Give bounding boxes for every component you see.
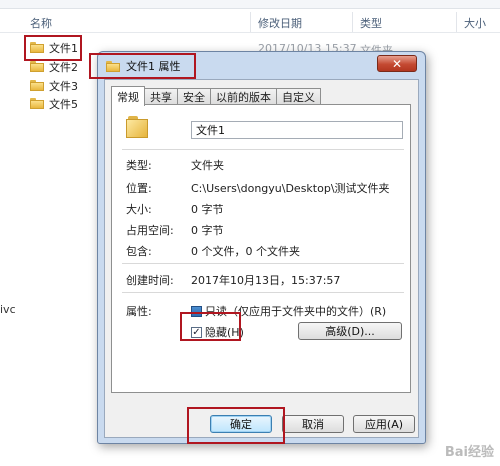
file-row[interactable]: 文件5: [30, 95, 78, 112]
divider: [122, 149, 404, 150]
tab-strip: 常规 共享 安全 以前的版本 自定义: [111, 86, 321, 106]
advanced-button[interactable]: 高级(D)...: [298, 322, 402, 340]
disk-size-value: 0 字节: [191, 224, 224, 237]
readonly-label[interactable]: 只读（仅应用于文件夹中的文件）(R): [205, 303, 386, 319]
hidden-label[interactable]: 隐藏(H): [205, 324, 244, 340]
tab-previous-versions[interactable]: 以前的版本: [210, 88, 277, 105]
dialog-titlebar[interactable]: 文件1 属性: [106, 57, 181, 75]
size-label: 大小:: [126, 203, 152, 216]
created-value: 2017年10月13日，15:37:57: [191, 274, 341, 287]
navigation-pane: ivc: [0, 33, 20, 466]
column-size[interactable]: 大小: [464, 15, 486, 31]
column-divider[interactable]: [352, 12, 353, 32]
tab-customize[interactable]: 自定义: [276, 88, 321, 105]
contains-value: 0 个文件，0 个文件夹: [191, 245, 300, 258]
file-row[interactable]: 文件3: [30, 77, 78, 94]
location-value: C:\Users\dongyu\Desktop\测试文件夹: [191, 182, 390, 195]
cancel-button[interactable]: 取消: [282, 415, 344, 433]
column-divider[interactable]: [250, 12, 251, 32]
column-date[interactable]: 修改日期: [258, 15, 302, 31]
folder-icon: [126, 116, 150, 138]
file-row[interactable]: 文件2: [30, 58, 78, 75]
tab-security[interactable]: 安全: [177, 88, 211, 105]
type-label: 类型:: [126, 159, 152, 172]
folder-name-input[interactable]: [191, 121, 403, 139]
folder-icon: [30, 42, 44, 53]
nav-item-cut[interactable]: ivc: [0, 303, 16, 316]
explorer-toolbar: [0, 0, 500, 9]
type-value: 文件夹: [191, 159, 224, 172]
file-name: 文件5: [49, 97, 78, 111]
column-name[interactable]: 名称: [30, 15, 52, 31]
apply-button[interactable]: 应用(A): [353, 415, 415, 433]
hidden-checkbox[interactable]: ✓: [191, 327, 202, 338]
contains-label: 包含:: [126, 245, 152, 258]
close-button[interactable]: ✕: [377, 55, 417, 72]
file-row[interactable]: 文件1: [30, 39, 78, 56]
size-value: 0 字节: [191, 203, 224, 216]
column-divider[interactable]: [456, 12, 457, 32]
folder-icon: [106, 60, 120, 72]
general-panel: 类型: 文件夹 位置: C:\Users\dongyu\Desktop\测试文件…: [111, 104, 411, 393]
column-type[interactable]: 类型: [360, 15, 382, 31]
file-name: 文件1: [49, 41, 78, 55]
tab-sharing[interactable]: 共享: [144, 88, 178, 105]
created-label: 创建时间:: [126, 274, 174, 287]
divider: [122, 263, 404, 264]
dialog-body: 常规 共享 安全 以前的版本 自定义 类型: 文件夹 位置: C:\Users\…: [104, 79, 419, 438]
folder-icon: [30, 98, 44, 109]
folder-icon: [30, 80, 44, 91]
tab-general[interactable]: 常规: [111, 86, 145, 106]
attributes-label: 属性:: [126, 305, 152, 318]
file-name: 文件3: [49, 79, 78, 93]
properties-dialog: 文件1 属性 ✕ 常规 共享 安全 以前的版本 自定义 类型: 文件夹 位置: …: [97, 51, 426, 444]
watermark: Bai经验: [444, 445, 494, 460]
divider: [122, 292, 404, 293]
disk-size-label: 占用空间:: [126, 224, 174, 237]
folder-icon: [30, 61, 44, 72]
dialog-title: 文件1 属性: [126, 60, 181, 73]
ok-button[interactable]: 确定: [210, 415, 272, 433]
location-label: 位置:: [126, 182, 152, 195]
readonly-checkbox[interactable]: [191, 306, 202, 317]
file-name: 文件2: [49, 60, 78, 74]
